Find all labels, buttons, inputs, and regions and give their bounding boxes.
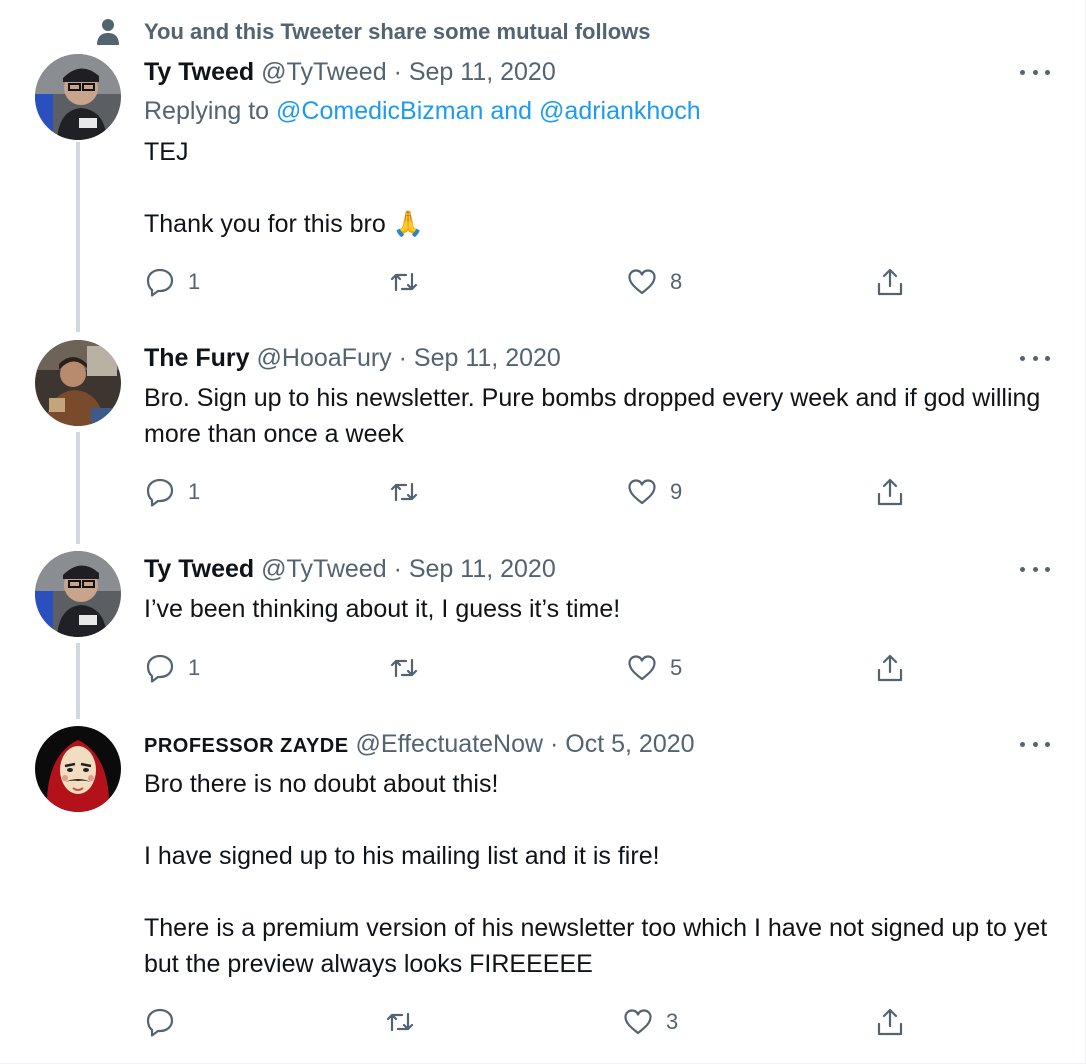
tweet-text: I’ve been thinking about it, I guess it’… <box>144 591 1054 627</box>
separator-dot: · <box>550 730 559 758</box>
reply-button[interactable] <box>144 1004 188 1040</box>
share-button[interactable] <box>874 474 906 510</box>
share-icon <box>877 478 903 506</box>
retweet-button[interactable] <box>384 1004 428 1040</box>
mention-link[interactable]: @ComedicBizman <box>276 97 483 125</box>
display-name[interactable]: Ty Tweed <box>144 58 254 86</box>
tweet-body: Bro there is no doubt about this! I have… <box>144 770 1048 978</box>
handle[interactable]: @TyTweed <box>261 555 386 583</box>
tweet-text: Bro there is no doubt about this! I have… <box>144 766 1054 982</box>
tweet-thread: You and this Tweeter share some mutual f… <box>0 0 1086 1064</box>
tweet-actions: 1 8 <box>144 264 944 300</box>
tweet-text: TEJ Thank you for this bro 🙏 <box>144 134 1054 242</box>
reply-button[interactable]: 1 <box>144 474 200 510</box>
display-name[interactable]: The Fury <box>144 344 250 372</box>
more-options-icon[interactable] <box>1020 734 1050 754</box>
display-name[interactable]: PROFESSOR ZAYDE <box>144 735 349 757</box>
person-icon <box>97 19 119 45</box>
like-count: 8 <box>670 269 683 294</box>
separator-dot: · <box>398 344 407 372</box>
replying-and[interactable]: and <box>490 97 532 125</box>
share-icon <box>877 1008 903 1036</box>
reply-icon <box>146 268 174 297</box>
retweet-icon <box>386 1012 414 1032</box>
handle[interactable]: @HooaFury <box>257 344 392 372</box>
thread-line <box>76 643 80 719</box>
retweet-button[interactable] <box>388 264 432 300</box>
tweet-date[interactable]: Oct 5, 2020 <box>565 730 694 758</box>
avatar-professor-zayde[interactable] <box>35 726 121 812</box>
tweet-header: Ty Tweed @TyTweed · Sep 11, 2020 <box>144 57 556 87</box>
handle[interactable]: @TyTweed <box>261 58 386 86</box>
avatar-image <box>35 551 121 637</box>
like-button[interactable]: 9 <box>626 474 682 510</box>
share-button[interactable] <box>874 650 906 686</box>
reply-icon <box>146 1008 174 1037</box>
tweet-date[interactable]: Sep 11, 2020 <box>409 58 556 86</box>
retweet-icon <box>390 272 418 292</box>
like-button[interactable]: 3 <box>622 1004 678 1040</box>
more-options-icon[interactable] <box>1020 559 1050 579</box>
avatar-image <box>35 340 121 426</box>
thread-line <box>76 142 80 332</box>
reply-count: 1 <box>188 655 201 680</box>
avatar-the-fury[interactable] <box>35 340 121 426</box>
reply-button[interactable]: 1 <box>144 264 200 300</box>
tweet-actions: 3 <box>144 1004 944 1040</box>
like-button[interactable]: 8 <box>626 264 682 300</box>
tweet-date[interactable]: Sep 11, 2020 <box>409 555 556 583</box>
separator-dot: · <box>393 555 402 583</box>
tweet-header: The Fury @HooaFury · Sep 11, 2020 <box>144 343 561 373</box>
tweet-date[interactable]: Sep 11, 2020 <box>414 344 561 372</box>
retweet-icon <box>390 482 418 502</box>
retweet-button[interactable] <box>388 650 432 686</box>
replying-to: Replying to @ComedicBizman and @adriankh… <box>144 96 701 126</box>
share-icon <box>877 654 903 682</box>
share-button[interactable] <box>874 1004 906 1040</box>
like-count: 5 <box>670 655 683 680</box>
heart-icon <box>628 479 656 505</box>
tweet-header: PROFESSOR ZAYDE @EffectuateNow · Oct 5, … <box>144 729 695 761</box>
like-button[interactable]: 5 <box>626 650 682 686</box>
avatar-image <box>35 726 121 812</box>
heart-icon <box>624 1009 652 1035</box>
like-count: 3 <box>666 1009 679 1034</box>
retweet-icon <box>390 658 418 678</box>
reply-icon <box>146 654 174 683</box>
more-options-icon[interactable] <box>1020 62 1050 82</box>
retweet-button[interactable] <box>388 474 432 510</box>
tweet-header: Ty Tweed @TyTweed · Sep 11, 2020 <box>144 554 556 584</box>
replying-prefix: Replying to <box>144 97 270 125</box>
heart-icon <box>628 655 656 681</box>
display-name[interactable]: Ty Tweed <box>144 555 254 583</box>
mention-link[interactable]: @adriankhoch <box>539 97 701 125</box>
social-context-text: You and this Tweeter share some mutual f… <box>144 19 651 44</box>
tweet-body: I’ve been thinking about it, I guess it’… <box>144 595 621 623</box>
heart-icon <box>628 269 656 295</box>
reply-icon <box>146 478 174 507</box>
reply-count: 1 <box>188 479 201 504</box>
reply-count: 1 <box>188 269 201 294</box>
separator-dot: · <box>393 58 402 86</box>
share-button[interactable] <box>874 264 906 300</box>
tweet-text: Bro. Sign up to his newsletter. Pure bom… <box>144 380 1054 452</box>
avatar-image <box>35 54 121 140</box>
more-options-icon[interactable] <box>1020 348 1050 368</box>
tweet-actions: 1 9 <box>144 474 944 510</box>
avatar-ty-tweed[interactable] <box>35 54 121 140</box>
reply-button[interactable]: 1 <box>144 650 200 686</box>
like-count: 9 <box>670 479 683 504</box>
tweet-body: TEJ Thank you for this bro 🙏 <box>144 138 424 238</box>
avatar-ty-tweed[interactable] <box>35 551 121 637</box>
share-icon <box>877 268 903 296</box>
tweet-body: Bro. Sign up to his newsletter. Pure bom… <box>144 384 1048 448</box>
handle[interactable]: @EffectuateNow <box>356 730 544 758</box>
thread-line <box>76 432 80 544</box>
tweet-actions: 1 5 <box>144 650 944 686</box>
